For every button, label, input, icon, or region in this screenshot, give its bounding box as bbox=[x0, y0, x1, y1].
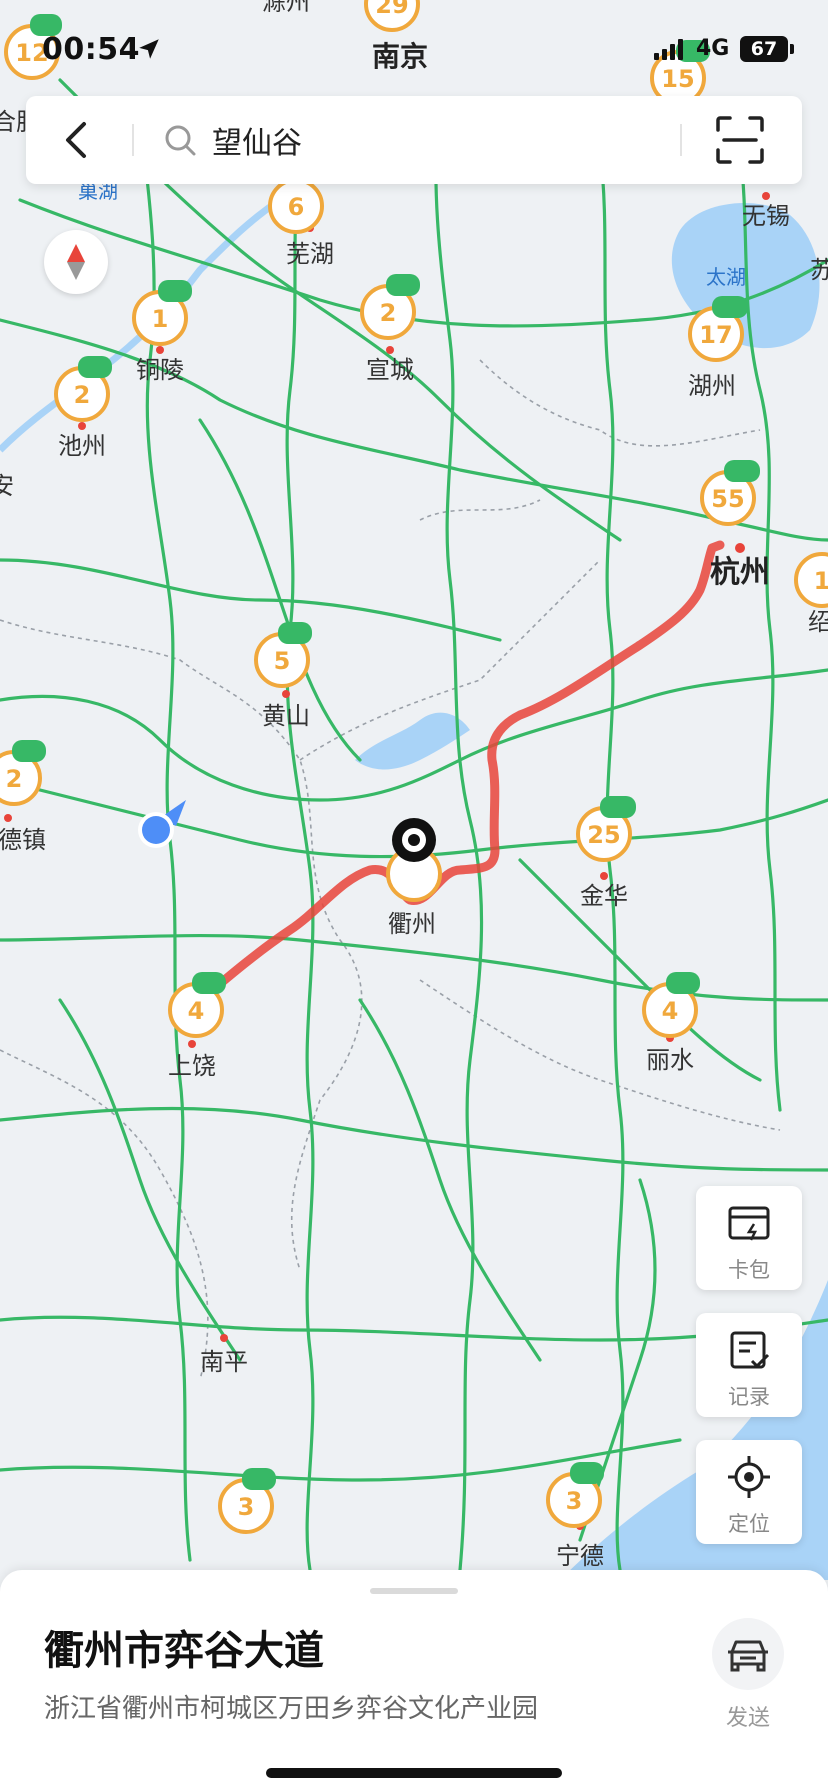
search-bar[interactable]: 望仙谷 bbox=[26, 96, 802, 184]
city-label: 铜陵 bbox=[136, 356, 184, 384]
city-label: 杭州 bbox=[710, 555, 770, 590]
destination-pin bbox=[392, 818, 436, 862]
divider bbox=[680, 124, 682, 156]
city-label: 黄山 bbox=[262, 702, 310, 730]
locate-button[interactable]: 定位 bbox=[696, 1440, 802, 1544]
svg-text:25: 25 bbox=[587, 821, 620, 849]
battery-icon: 67 bbox=[740, 36, 788, 62]
compass-icon bbox=[67, 244, 85, 280]
city-label: 无锡 bbox=[742, 202, 790, 230]
city-label: 金华 bbox=[580, 882, 628, 910]
svg-text:3: 3 bbox=[238, 1493, 255, 1521]
city-label: 安 bbox=[0, 472, 14, 500]
svg-text:2: 2 bbox=[6, 765, 23, 793]
svg-text:4: 4 bbox=[662, 997, 679, 1025]
city-label: 芜湖 bbox=[286, 240, 334, 268]
location-arrow-icon bbox=[139, 39, 159, 59]
card-wallet-icon bbox=[728, 1206, 770, 1241]
sheet-handle[interactable] bbox=[370, 1588, 458, 1594]
car-icon bbox=[728, 1640, 768, 1672]
back-button[interactable] bbox=[42, 106, 110, 174]
signal-icon bbox=[654, 39, 683, 60]
send-label: 发送 bbox=[725, 1706, 770, 1731]
wallet-label: 卡包 bbox=[728, 1258, 770, 1282]
svg-text:1: 1 bbox=[152, 305, 169, 333]
chevron-left-icon bbox=[66, 122, 86, 158]
svg-text:2: 2 bbox=[380, 299, 397, 327]
wallet-button[interactable]: 卡包 bbox=[696, 1186, 802, 1290]
status-time: 00:54 bbox=[42, 32, 140, 67]
city-label: 湖州 bbox=[688, 372, 736, 400]
svg-text:15: 15 bbox=[661, 65, 694, 93]
city-label: 宣城 bbox=[366, 356, 414, 384]
svg-text:1: 1 bbox=[814, 567, 828, 595]
locate-icon bbox=[728, 1456, 770, 1498]
svg-text:2: 2 bbox=[74, 381, 91, 409]
city-label: 南平 bbox=[200, 1348, 248, 1376]
city-label: 宁德 bbox=[556, 1542, 604, 1570]
charging-badge-1b: 1 bbox=[794, 552, 828, 608]
city-label: 绍 bbox=[808, 608, 828, 636]
divider bbox=[132, 124, 134, 156]
place-sheet[interactable]: 衢州市弈谷大道 浙江省衢州市柯城区万田乡弈谷文化产业园 发送 bbox=[0, 1570, 828, 1792]
search-input[interactable]: 望仙谷 bbox=[212, 118, 302, 162]
city-label: 丽水 bbox=[646, 1046, 694, 1074]
network-type: 4G bbox=[696, 36, 730, 61]
city-label: 衢州 bbox=[388, 910, 436, 938]
city-label: 苏 bbox=[810, 256, 828, 284]
svg-text:5: 5 bbox=[274, 647, 291, 675]
search-icon bbox=[165, 125, 196, 156]
city-label: 上饶 bbox=[168, 1052, 216, 1080]
send-to-car-button[interactable] bbox=[712, 1618, 784, 1690]
battery-tip bbox=[790, 44, 794, 54]
svg-text:17: 17 bbox=[699, 321, 732, 349]
scan-icon[interactable] bbox=[712, 112, 768, 168]
place-name: 衢州市弈谷大道 bbox=[44, 1628, 324, 1674]
city-label: 南京 bbox=[372, 40, 428, 73]
records-button[interactable]: 记录 bbox=[696, 1313, 802, 1417]
svg-text:55: 55 bbox=[711, 485, 744, 513]
compass-button[interactable] bbox=[44, 230, 108, 294]
records-icon bbox=[730, 1331, 770, 1369]
home-indicator bbox=[266, 1768, 562, 1778]
svg-text:3: 3 bbox=[566, 1487, 583, 1515]
svg-text:6: 6 bbox=[288, 193, 305, 221]
place-address: 浙江省衢州市柯城区万田乡弈谷文化产业园 bbox=[44, 1694, 539, 1724]
city-label: 池州 bbox=[58, 432, 106, 460]
city-label: 滁州 bbox=[262, 0, 310, 16]
charging-badge-6: 6 bbox=[268, 178, 324, 234]
svg-text:29: 29 bbox=[375, 0, 408, 19]
city-label: 德镇 bbox=[0, 826, 46, 854]
locate-label: 定位 bbox=[728, 1512, 770, 1536]
svg-text:4: 4 bbox=[188, 997, 205, 1025]
city-label: 太湖 bbox=[706, 265, 746, 289]
battery-level: 67 bbox=[750, 38, 778, 60]
records-label: 记录 bbox=[728, 1385, 770, 1409]
